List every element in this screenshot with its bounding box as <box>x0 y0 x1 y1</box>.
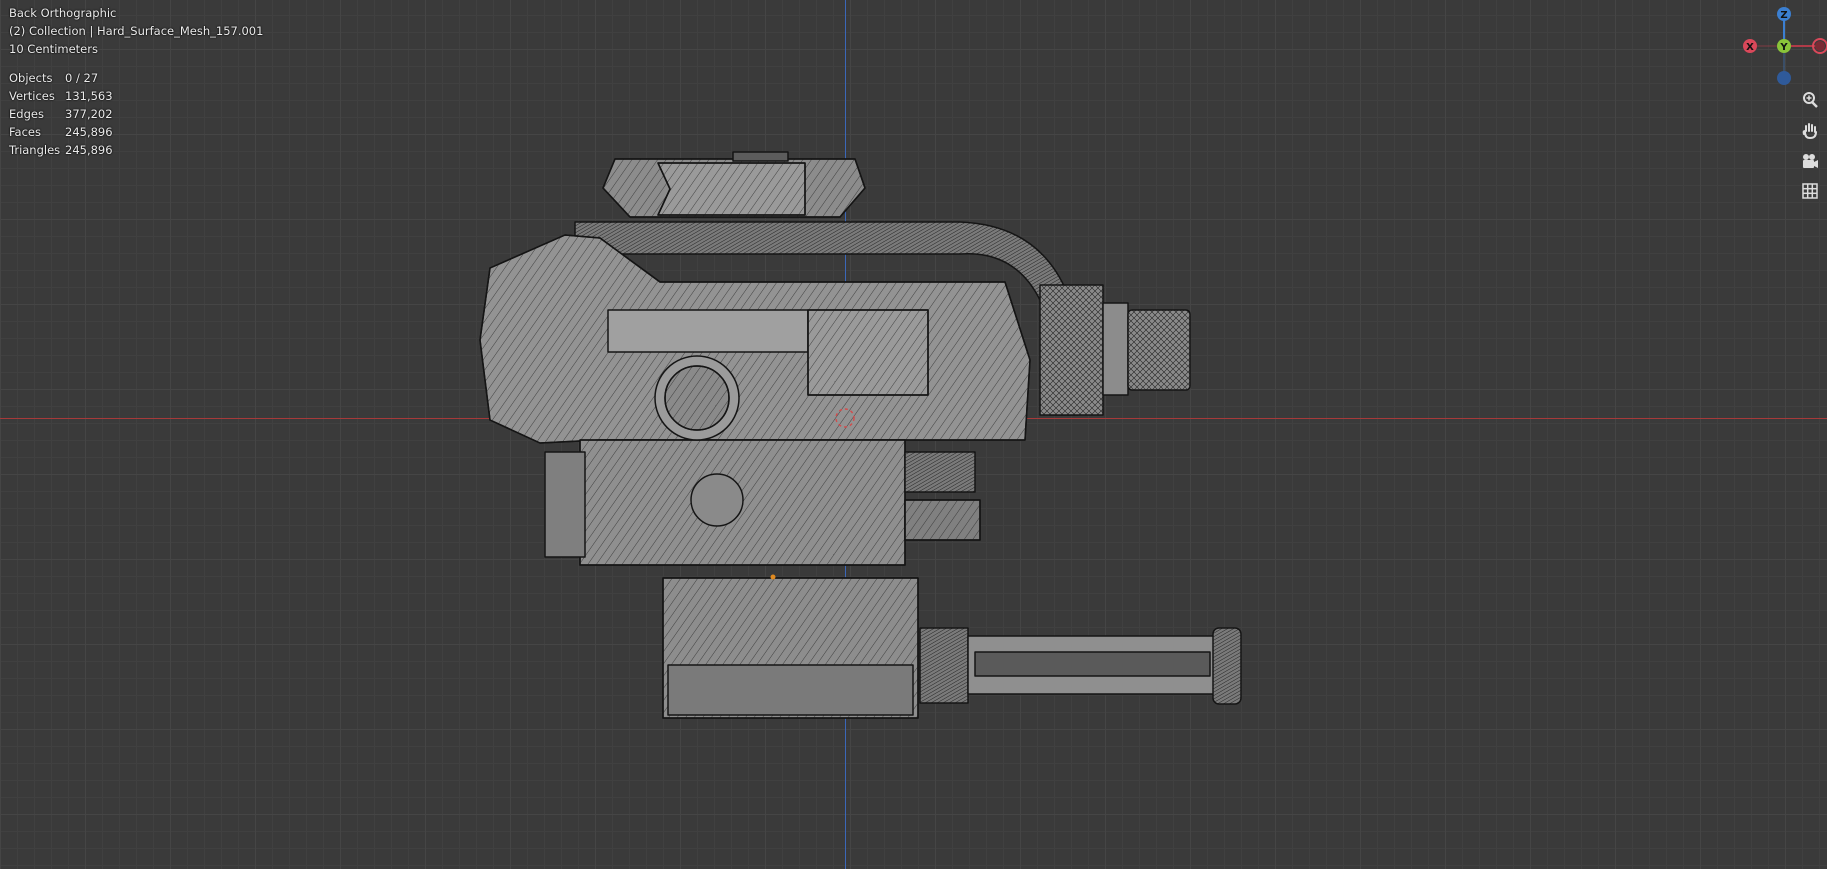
stat-value: 245,896 <box>65 125 113 139</box>
stat-label: Objects <box>9 71 53 85</box>
stat-label: Triangles <box>9 143 61 157</box>
grid-icon[interactable] <box>1798 179 1822 203</box>
stat-value: 377,202 <box>65 107 113 121</box>
gizmo-neg-z-axis[interactable] <box>1777 71 1791 85</box>
3d-viewport[interactable]: Back Orthographic (2) Collection | Hard_… <box>0 0 1827 869</box>
viewport-info-overlay: Back Orthographic (2) Collection | Hard_… <box>9 4 263 159</box>
collection-line: (2) Collection | Hard_Surface_Mesh_157.0… <box>9 24 264 38</box>
camera-icon[interactable] <box>1798 149 1822 173</box>
stat-value: 131,563 <box>65 89 113 103</box>
origin-dot <box>770 574 776 580</box>
gizmo-neg-x-axis[interactable] <box>1812 38 1827 54</box>
gizmo-z-axis[interactable]: Z <box>1777 7 1791 21</box>
stat-label: Faces <box>9 125 41 139</box>
gizmo-y-axis[interactable]: Y <box>1777 39 1791 53</box>
stat-value: 0 / 27 <box>65 71 99 85</box>
zoom-icon[interactable] <box>1798 88 1822 112</box>
navigation-gizmo[interactable]: Z X Y <box>1742 4 1827 89</box>
svg-text:X: X <box>1746 42 1754 53</box>
view-name: Back Orthographic <box>9 6 117 20</box>
stat-value: 245,896 <box>65 143 113 157</box>
svg-text:Z: Z <box>1780 10 1787 21</box>
scale-label: 10 Centimeters <box>9 42 98 56</box>
stat-label: Vertices <box>9 89 55 103</box>
hand-pan-icon[interactable] <box>1798 119 1822 143</box>
stats-table: Objects 0 / 27 Vertices 131,563 Edges 37… <box>9 69 263 159</box>
gizmo-x-axis[interactable]: X <box>1743 39 1757 53</box>
hard-surface-mesh[interactable] <box>0 0 1827 869</box>
svg-text:Y: Y <box>1779 42 1788 53</box>
stat-label: Edges <box>9 107 44 121</box>
